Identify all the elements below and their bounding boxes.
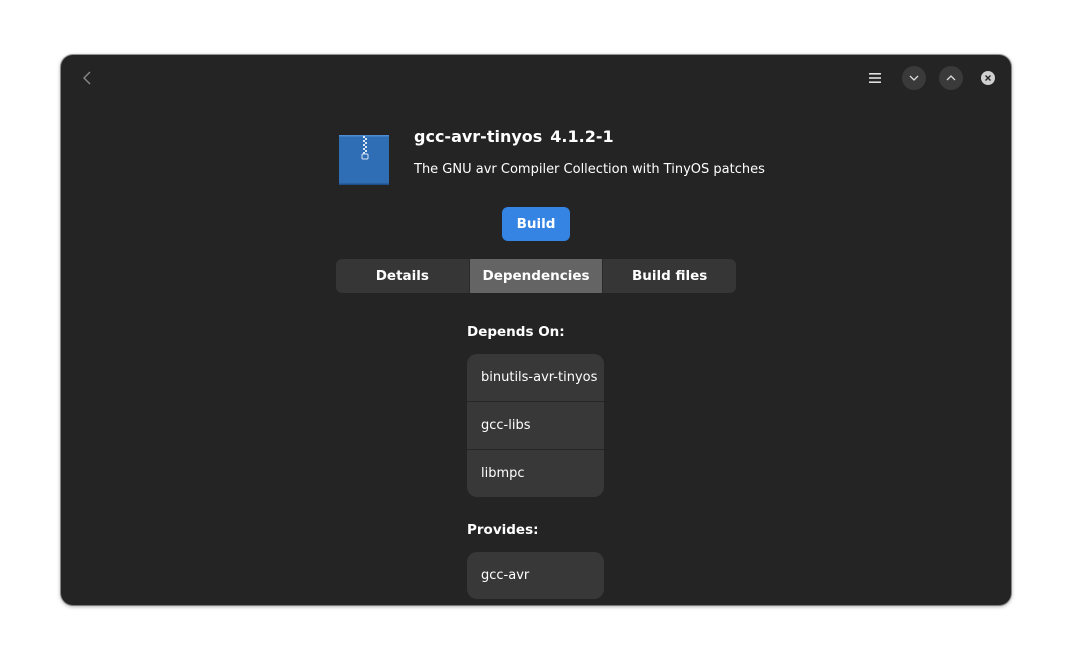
close-button[interactable] xyxy=(976,66,1000,90)
archive-icon xyxy=(339,135,389,185)
depends-on-label: Depends On: xyxy=(467,324,565,340)
list-item[interactable]: gcc-avr xyxy=(467,552,604,599)
list-item[interactable]: gcc-libs xyxy=(467,402,604,450)
depends-on-list: binutils-avr-tinyos gcc-libs libmpc xyxy=(467,354,604,497)
back-button[interactable] xyxy=(73,63,103,93)
app-window: gcc-avr-tinyos 4.1.2-1 The GNU avr Compil… xyxy=(61,55,1011,605)
build-button[interactable]: Build xyxy=(502,207,570,241)
tab-build-files[interactable]: Build files xyxy=(603,259,736,293)
tab-dependencies[interactable]: Dependencies xyxy=(468,259,604,293)
close-icon xyxy=(981,71,995,85)
main-menu-button[interactable] xyxy=(860,63,890,93)
provides-list: gcc-avr xyxy=(467,552,604,599)
chevron-left-icon xyxy=(83,71,91,85)
package-name: gcc-avr-tinyos xyxy=(414,127,543,146)
list-item[interactable]: binutils-avr-tinyos xyxy=(467,354,604,402)
package-version: 4.1.2-1 xyxy=(550,127,614,146)
package-title: gcc-avr-tinyos 4.1.2-1 xyxy=(414,127,614,146)
chevron-down-icon xyxy=(909,75,919,81)
maximize-button[interactable] xyxy=(939,66,963,90)
hamburger-menu-icon xyxy=(869,73,881,83)
list-item[interactable]: libmpc xyxy=(467,450,604,497)
tab-details[interactable]: Details xyxy=(336,259,469,293)
view-switcher: Details Dependencies Build files xyxy=(336,259,736,293)
package-description: The GNU avr Compiler Collection with Tin… xyxy=(414,162,765,177)
chevron-up-icon xyxy=(946,75,956,81)
headerbar xyxy=(61,55,1011,101)
minimize-button[interactable] xyxy=(902,66,926,90)
provides-label: Provides: xyxy=(467,522,539,538)
